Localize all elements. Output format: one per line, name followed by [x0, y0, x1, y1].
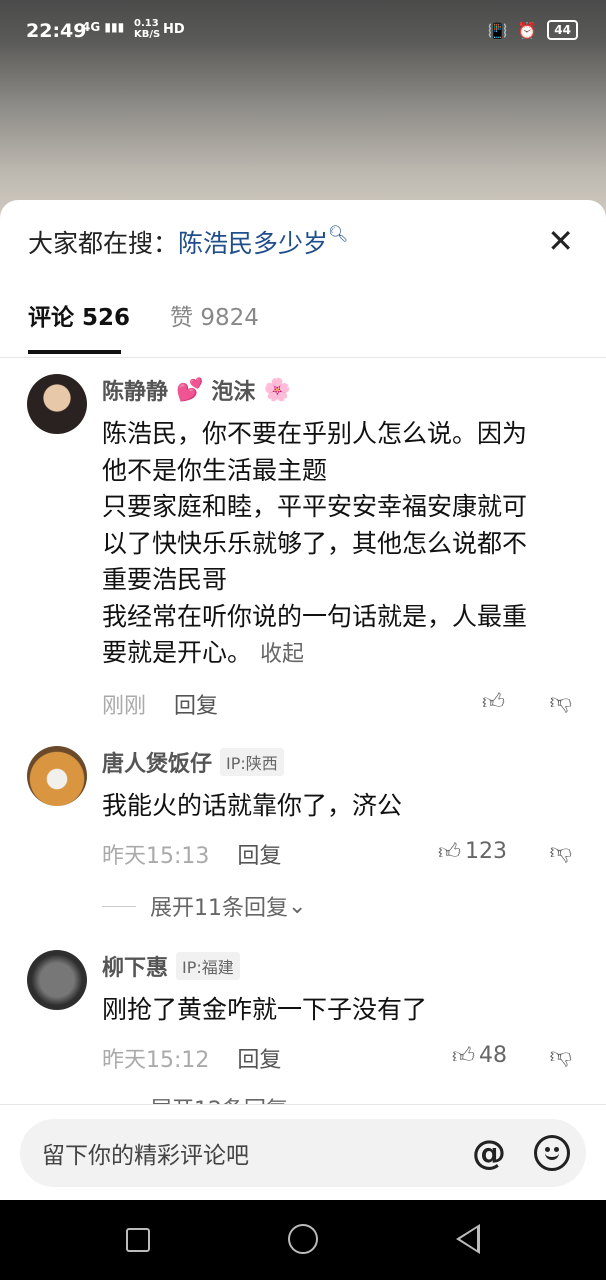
like-count: 123	[465, 839, 507, 864]
comment-tabs: 评论 526 赞 9824	[28, 298, 259, 354]
comment-input[interactable]: 留下你的精彩评论吧 @	[20, 1119, 586, 1187]
expand-replies-button[interactable]: 展开11条回复 ⌄	[102, 890, 306, 922]
search-suggestion[interactable]: 大家都在搜：陈浩民多少岁🔍︎	[28, 224, 348, 260]
tab-likes[interactable]: 赞 9824	[170, 298, 259, 332]
battery-icon: 44	[547, 20, 578, 40]
close-icon[interactable]: ✕	[547, 222, 574, 260]
status-time: 22:49	[26, 20, 87, 42]
thumbs-up-icon: 👍︎	[452, 1044, 475, 1069]
divider	[102, 905, 136, 907]
chevron-down-icon: ⌄	[288, 893, 307, 919]
comment-meta: 昨天15:13 回复	[102, 838, 281, 870]
avatar[interactable]	[27, 950, 87, 1010]
divider	[0, 357, 606, 358]
like-count: 48	[479, 1043, 507, 1068]
status-bar: 22:49 4G ▮▮▮ 0.13 KB/S HD 📳 ⏰ 44	[0, 0, 606, 62]
emoji-icon[interactable]	[534, 1135, 570, 1171]
tab-comments[interactable]: 评论 526	[28, 298, 130, 354]
comment-username[interactable]: 陈静静 💕 泡沫 🌸	[102, 374, 291, 406]
comment-text: 陈浩民，你不要在乎别人怎么说。因为 他不是你生活最主题 只要家庭和睦，平平安安幸…	[102, 419, 528, 667]
avatar[interactable]	[27, 746, 87, 806]
thumbs-down-icon[interactable]: 👎︎	[550, 688, 572, 715]
like-button[interactable]: 👍︎	[482, 688, 505, 715]
search-prefix: 大家都在搜：	[28, 229, 179, 258]
collapse-button[interactable]: 收起	[260, 642, 304, 667]
thumbs-up-icon: 👍︎	[482, 690, 505, 715]
comment-sheet: 大家都在搜：陈浩民多少岁🔍︎ ✕ 评论 526 赞 9824 陈静静 💕 泡沫 🌸 陈…	[0, 200, 606, 1200]
ip-location-badge: IP:陕西	[220, 748, 284, 776]
like-button[interactable]: 👍︎ 48	[452, 1042, 507, 1069]
tab-active-indicator	[28, 350, 121, 354]
thumbs-down-icon[interactable]: 👎︎	[550, 838, 572, 865]
hd-indicator: HD	[163, 22, 185, 37]
recent-apps-icon[interactable]	[126, 1228, 150, 1252]
reply-button[interactable]: 回复	[237, 838, 281, 870]
vibrate-icon: 📳	[487, 20, 508, 40]
cherry-blossom-emoji-icon: 🌸	[263, 377, 291, 403]
comment-time: 刚刚	[102, 694, 147, 719]
comment-input-bar: 留下你的精彩评论吧 @	[0, 1104, 606, 1200]
thumbs-down-icon[interactable]: 👎︎	[550, 1042, 572, 1069]
mention-icon[interactable]: @	[472, 1133, 506, 1173]
network-signal-icon: 4G ▮▮▮	[82, 20, 125, 34]
comment-time: 昨天15:13	[102, 844, 210, 869]
back-icon[interactable]	[456, 1224, 480, 1254]
home-icon[interactable]	[288, 1224, 318, 1254]
comment-username[interactable]: 唐人煲饭仔 IP:陕西	[102, 746, 284, 778]
comment-time: 昨天15:12	[102, 1048, 210, 1073]
comment-input-placeholder: 留下你的精彩评论吧	[42, 1143, 249, 1169]
status-right-icons: 📳 ⏰ 44	[487, 20, 578, 40]
ip-location-badge: IP:福建	[176, 952, 240, 980]
thumbs-up-icon: 👍︎	[438, 840, 461, 865]
avatar[interactable]	[27, 374, 87, 434]
comment-meta: 昨天15:12 回复	[102, 1042, 281, 1074]
system-navigation-bar	[0, 1200, 606, 1280]
comment-username[interactable]: 柳下惠 IP:福建	[102, 950, 240, 982]
comment-text: 我能火的话就靠你了，济公	[102, 791, 403, 820]
search-query-link[interactable]: 陈浩民多少岁	[178, 229, 328, 258]
comment-meta: 刚刚 回复	[102, 688, 218, 720]
reply-button[interactable]: 回复	[174, 688, 218, 720]
heart-emoji-icon: 💕	[176, 377, 204, 403]
alarm-icon: ⏰	[517, 20, 538, 40]
network-speed: 0.13 KB/S	[134, 18, 161, 40]
comment-text: 刚抢了黄金咋就一下子没有了	[102, 995, 428, 1024]
search-icon: 🔍︎	[328, 224, 349, 243]
reply-button[interactable]: 回复	[237, 1042, 281, 1074]
like-button[interactable]: 👍︎ 123	[438, 838, 507, 865]
